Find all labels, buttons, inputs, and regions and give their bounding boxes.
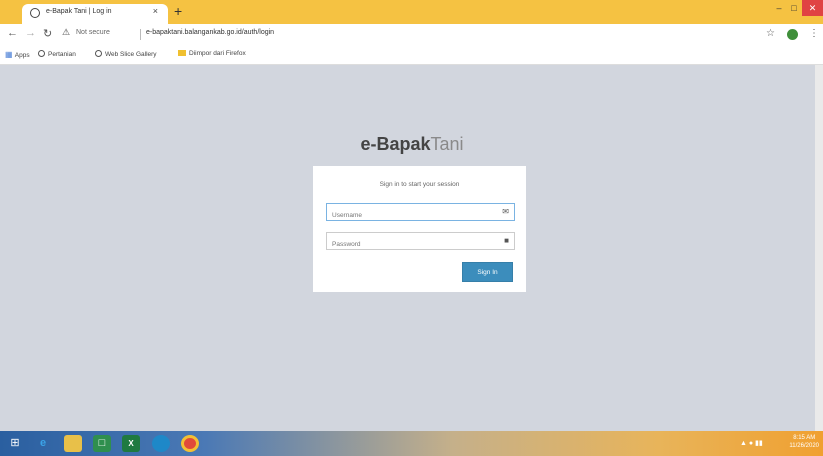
globe-icon xyxy=(30,8,40,18)
windows-start-icon[interactable]: ⊞ xyxy=(6,435,24,452)
bookmark-apps[interactable]: ▦ Apps xyxy=(5,50,30,59)
back-icon[interactable]: ← xyxy=(7,27,18,39)
apps-grid-icon: ▦ xyxy=(5,50,15,59)
taskbar-clock[interactable]: 8:15 AM 11/26/2020 xyxy=(789,434,819,450)
login-message: Sign in to start your session xyxy=(379,181,460,188)
password-input[interactable] xyxy=(332,237,492,252)
reload-icon[interactable]: ↻ xyxy=(43,27,52,40)
security-label[interactable]: Not secure xyxy=(76,29,110,36)
excel-icon[interactable]: X xyxy=(122,435,140,452)
minimize-icon[interactable]: – xyxy=(772,0,786,16)
username-input[interactable] xyxy=(332,208,492,223)
bookmark-web-slice-gallery[interactable]: Web Slice Gallery xyxy=(95,50,157,58)
omnibox-divider xyxy=(140,29,141,40)
maximize-icon[interactable]: □ xyxy=(787,0,801,16)
signin-button[interactable]: Sign In xyxy=(462,262,513,282)
bookmarks-bar: ▦ Apps Pertanian Web Slice Gallery Diimp… xyxy=(0,46,823,65)
clock-time: 8:15 AM xyxy=(793,435,816,441)
globe-icon xyxy=(95,50,102,57)
logo-light-text: Tani xyxy=(430,134,464,154)
new-tab-button[interactable]: + xyxy=(174,3,182,19)
menu-kebab-icon[interactable]: ⋮ xyxy=(809,28,819,39)
browser-toolbar: ← → ↻ ⚠ Not secure e-bapaktani.balangank… xyxy=(0,24,823,46)
warning-icon: ⚠ xyxy=(62,27,71,37)
browser-tab[interactable]: e-Bapak Tani | Log in × xyxy=(22,4,168,24)
file-explorer-icon[interactable] xyxy=(64,435,82,452)
password-field[interactable]: ■ xyxy=(326,232,515,252)
chrome-icon[interactable] xyxy=(181,435,199,452)
bookmark-folder-firefox[interactable]: Diimpor dari Firefox xyxy=(178,50,246,57)
tab-close-icon[interactable]: × xyxy=(153,6,158,16)
address-bar[interactable]: ⚠ Not secure e-bapaktani.balangankab.go.… xyxy=(62,27,752,43)
logo-bold-text: e-Bapak xyxy=(360,134,431,154)
close-window-icon[interactable]: ✕ xyxy=(802,0,823,16)
clock-date: 11/26/2020 xyxy=(789,443,819,449)
edge-icon[interactable] xyxy=(152,435,170,452)
lock-icon: ■ xyxy=(504,236,509,245)
system-tray-icons[interactable]: ▲ ● ▮▮ xyxy=(740,439,763,447)
username-field[interactable]: ✉ xyxy=(326,203,515,223)
browser-titlebar: e-Bapak Tani | Log in × + – □ ✕ xyxy=(0,0,823,24)
windows-taskbar: ⊞ e □ X ▲ ● ▮▮ 8:15 AM 11/26/2020 xyxy=(0,431,823,456)
app-store-icon[interactable]: □ xyxy=(93,435,111,452)
profile-avatar[interactable] xyxy=(787,29,798,40)
tab-title: e-Bapak Tani | Log in xyxy=(46,8,112,15)
app-logo: e-BapakTani xyxy=(312,134,512,155)
page-scrollbar[interactable] xyxy=(815,65,823,431)
bookmark-pertanian[interactable]: Pertanian xyxy=(38,50,76,58)
url-text[interactable]: e-bapaktani.balangankab.go.id/auth/login xyxy=(146,29,274,36)
login-box: Sign in to start your session ✉ ■ Sign I… xyxy=(313,166,526,292)
globe-icon xyxy=(38,50,45,57)
forward-icon[interactable]: → xyxy=(25,27,36,39)
internet-explorer-icon[interactable]: e xyxy=(34,435,52,452)
star-icon[interactable]: ☆ xyxy=(766,28,775,39)
envelope-icon: ✉ xyxy=(502,207,509,216)
folder-icon xyxy=(178,50,186,56)
